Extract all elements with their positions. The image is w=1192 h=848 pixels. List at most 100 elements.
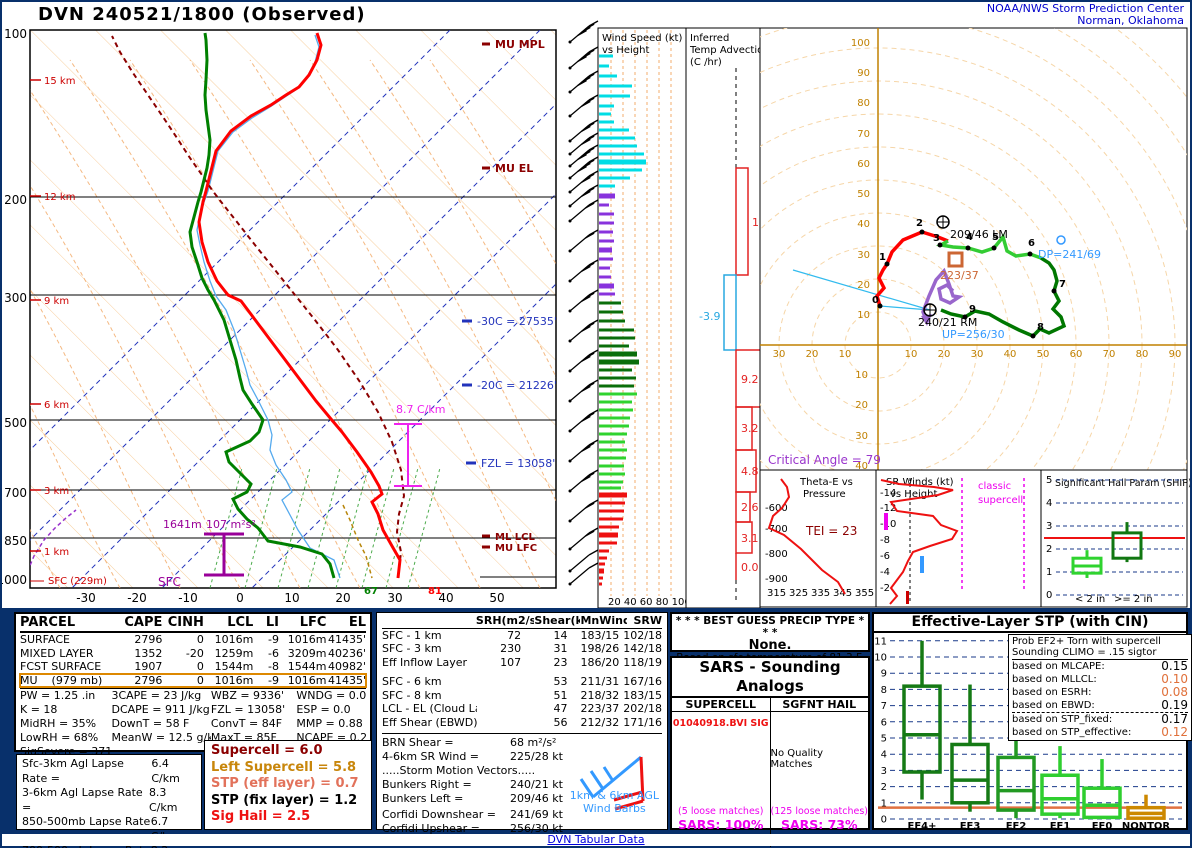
svg-text:355: 355 (855, 588, 874, 599)
table-cell: -9 (253, 674, 279, 688)
table-row: PW = 1.25 .in3CAPE = 23 J/kgWBZ = 9336'W… (20, 689, 366, 703)
svg-text:30: 30 (387, 591, 402, 605)
table-cell: 72 (477, 629, 522, 643)
table-row: Eff Inflow Layer10723186/20118/19 (382, 656, 662, 670)
table-cell: 51 (521, 689, 567, 703)
agency-line2: Norman, Oklahoma (987, 15, 1184, 27)
lapse-rate-label: 8.7 C/km (396, 403, 445, 416)
svg-text:90: 90 (1169, 349, 1182, 360)
table-row: SRH(m2/s2)Shear(kt)MnWindSRW (382, 614, 662, 628)
theta-e-title2: Pressure (803, 489, 846, 500)
table-row: SFC - 1 km7214183/15102/18 (382, 629, 662, 643)
svg-text:9 km: 9 km (44, 296, 69, 307)
page-title: DVN 240521/1800 (Observed) (38, 4, 366, 25)
stp-panel: Effective-Layer STP (with CIN) 012345678… (872, 612, 1188, 830)
sars-match-item[interactable]: 01040918.BVI SIG (673, 718, 769, 729)
precip-type-panel: * * * BEST GUESS PRECIP TYPE * * * None.… (670, 612, 870, 652)
svg-text:8: 8 (881, 685, 887, 696)
stp-prob-header1: Prob EF2+ Torn with supercell (1012, 636, 1188, 647)
mean-wind-label: 223/37 (940, 269, 979, 282)
svg-text:11: 11 (874, 636, 887, 647)
sfc-dewpoint-value: 67 (364, 586, 378, 597)
wind-speed-title2: vs Height (602, 45, 649, 56)
svg-text:-8: -8 (880, 535, 890, 546)
svg-text:100: 100 (851, 38, 870, 49)
table-cell: 1544m (279, 660, 326, 674)
table-row: SFC - 8 km51218/32183/15 (382, 689, 662, 703)
svg-text:-800: -800 (765, 549, 788, 560)
svg-text:15 km: 15 km (44, 76, 75, 87)
table-cell: LFC (279, 615, 326, 631)
sfc-height-label: SFC (229m) (48, 576, 107, 587)
table-cell: LowRH = 68% (20, 731, 111, 745)
table-cell: SFC - 8 km (382, 689, 477, 703)
table-cell: 223/37 (567, 702, 619, 716)
svg-text:2.6: 2.6 (741, 501, 759, 514)
svg-text:3 km: 3 km (44, 486, 69, 497)
svg-text:60: 60 (857, 159, 870, 170)
table-row: MidRH = 35%DownT = 58 FConvT = 84FMMP = … (20, 717, 366, 731)
sfc-parcel-label: SFC (158, 575, 181, 589)
stp-prob-box: Prob EF2+ Torn with supercell Sounding C… (1008, 634, 1192, 741)
table-cell: -8 (253, 660, 279, 674)
table-cell: WNDG = 0.0 (296, 689, 366, 703)
svg-text:10: 10 (284, 591, 299, 605)
composite-index-value: STP (eff layer) = 0.7 (211, 776, 365, 793)
svg-text:1: 1 (1046, 567, 1052, 578)
svg-text:500: 500 (4, 416, 27, 430)
sars-loose1: (5 loose matches) (672, 806, 770, 817)
table-cell: 198/26 (567, 642, 619, 656)
barb-caption-line2: Wind Barbs (570, 802, 659, 815)
table-cell: Eff Inflow Layer (382, 656, 477, 670)
table-row: FCST SURFACE190701544m-81544m40982' (20, 660, 366, 674)
table-cell: 183/15 (567, 629, 619, 643)
tabular-data-link[interactable]: DVN Tabular Data (547, 833, 644, 846)
table-cell: MMP = 0.88 (296, 717, 366, 731)
footer-band: DVN Tabular Data (2, 834, 1190, 846)
table-cell: 31 (521, 642, 567, 656)
table-cell: 0 (162, 633, 204, 647)
table-cell: SRH(m2/s2) (476, 614, 534, 628)
composite-index-value: Sig Hail = 2.5 (211, 809, 365, 826)
svg-text:0: 0 (1046, 590, 1052, 601)
table-cell (382, 614, 476, 628)
table-cell: Eff Shear (EBWD) (382, 716, 477, 730)
svg-text:7: 7 (1059, 279, 1066, 290)
srh-table-rows-a: SFC - 1 km7214183/15102/18SFC - 3 km2303… (382, 629, 662, 670)
table-cell: 14 (521, 629, 567, 643)
svg-text:0: 0 (236, 591, 244, 605)
tei-value: TEI = 23 (805, 524, 857, 538)
svg-text:20: 20 (806, 349, 819, 360)
srh-table-rows-b: SFC - 6 km53211/31167/16SFC - 8 km51218/… (382, 675, 662, 729)
svg-text:1 km: 1 km (44, 547, 69, 558)
mu-lfc-label: MU LFC (495, 543, 537, 554)
ship-panel: Significant Hail Param (SHIP) 012345 < 2… (1041, 470, 1190, 607)
sounding-top-area: DVN 240521/1800 (Observed) NOAA/NWS Stor… (2, 2, 1190, 608)
svg-text:80: 80 (857, 98, 870, 109)
composite-indices-panel: Supercell = 6.0Left Supercell = 5.8STP (… (204, 740, 372, 830)
corfidi-up-label: UP=256/30 (942, 328, 1005, 341)
svg-text:50: 50 (1037, 349, 1050, 360)
table-cell: SFC - 6 km (382, 675, 477, 689)
table-cell: 1016m (279, 633, 326, 647)
table-cell: LCL (204, 615, 253, 631)
table-cell: MnWind (580, 614, 626, 628)
classic-label1: classic (978, 481, 1011, 492)
barb-caption-line1: 1km & 6km AGL (570, 789, 659, 802)
svg-text:10: 10 (857, 310, 870, 321)
sr-winds-panel: SR Winds (kt) vs Height classic supercel… (876, 470, 1041, 607)
svg-text:EF2: EF2 (1006, 821, 1027, 829)
svg-text:20: 20 (335, 591, 350, 605)
svg-text:5: 5 (1046, 475, 1052, 486)
table-cell: DownT = 58 F (111, 717, 210, 731)
sr-magenta-tick (884, 513, 888, 530)
mu-el-label: MU EL (495, 162, 533, 175)
sounding-graphics: 1002003005007008501000 15 km12 km9 km6 k… (2, 2, 1190, 608)
theta-e-panel: Theta-E vs Pressure TEI = 23 -600-700-80… (760, 470, 876, 607)
svg-text:7: 7 (881, 701, 887, 712)
table-cell: 171/16 (619, 716, 662, 730)
table-cell: K = 18 (20, 703, 111, 717)
table-cell: CINH (162, 615, 204, 631)
table-cell: 2796 (115, 633, 162, 647)
svg-text:60: 60 (1070, 349, 1083, 360)
